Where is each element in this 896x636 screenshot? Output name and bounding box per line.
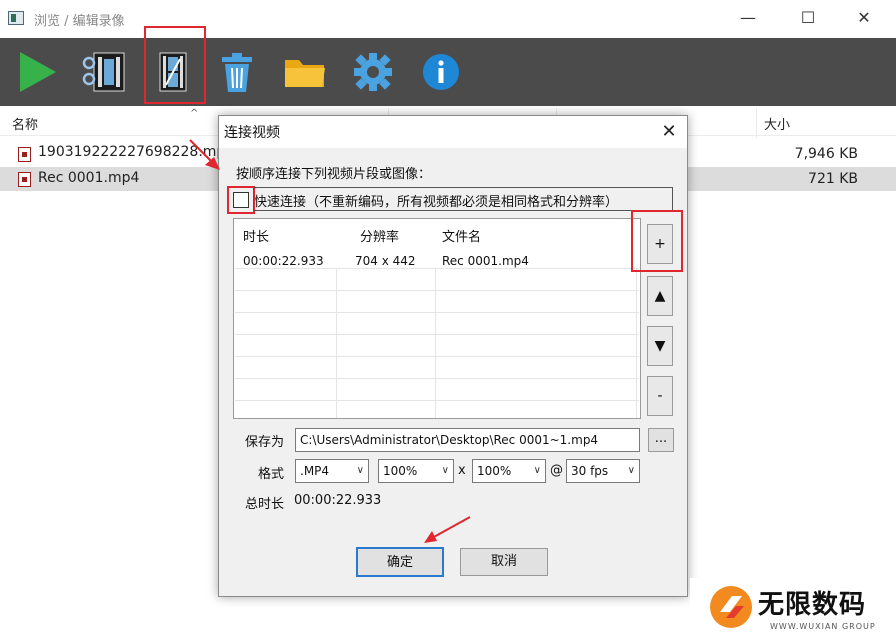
remove-clip-button[interactable]: - bbox=[647, 376, 673, 416]
play-button[interactable] bbox=[12, 47, 62, 97]
grid-line bbox=[435, 268, 436, 418]
move-up-button[interactable]: ▲ bbox=[647, 276, 673, 316]
column-filename-header: 文件名 bbox=[442, 230, 482, 245]
trash-icon bbox=[222, 53, 252, 92]
file-size: 7,946 KB bbox=[794, 146, 858, 162]
annotation-highlight-checkbox bbox=[227, 186, 255, 214]
info-icon bbox=[423, 54, 459, 90]
grid-line bbox=[235, 268, 639, 269]
chevron-down-icon: ∨ bbox=[356, 465, 364, 476]
dialog-title: 连接视频 bbox=[224, 125, 280, 141]
clip-table[interactable] bbox=[233, 218, 641, 419]
times-symbol: x bbox=[458, 463, 466, 478]
dialog-prompt: 按顺序连接下列视频片段或图像： bbox=[236, 167, 432, 182]
chevron-down-icon: ∨ bbox=[441, 465, 449, 476]
total-duration-label: 总时长 bbox=[245, 497, 285, 512]
browse-button[interactable]: ... bbox=[648, 428, 674, 452]
move-down-button[interactable]: ▼ bbox=[647, 326, 673, 366]
column-name-header[interactable]: 名称 bbox=[12, 114, 38, 133]
fps-select[interactable]: 30 fps ∨ bbox=[566, 459, 640, 483]
video-file-icon bbox=[18, 172, 31, 187]
clip-resolution: 704 x 442 bbox=[355, 254, 416, 268]
film-cut-icon bbox=[82, 52, 125, 92]
format-value: .MP4 bbox=[300, 464, 330, 478]
grid-line bbox=[235, 312, 639, 313]
maximize-button[interactable]: ☐ bbox=[788, 4, 828, 32]
height-scale-value: 100% bbox=[477, 464, 512, 478]
column-separator bbox=[756, 108, 757, 138]
cancel-button[interactable]: 取消 bbox=[460, 548, 548, 576]
grid-line bbox=[235, 334, 639, 335]
window-title: 浏览 / 编辑录像 bbox=[34, 14, 125, 29]
play-icon bbox=[20, 52, 56, 92]
annotation-highlight-add bbox=[631, 210, 683, 272]
clip-duration: 00:00:22.933 bbox=[243, 254, 324, 268]
height-scale-select[interactable]: 100% ∨ bbox=[472, 459, 546, 483]
settings-button[interactable] bbox=[348, 47, 398, 97]
grid-line bbox=[235, 290, 639, 291]
file-size: 721 KB bbox=[808, 171, 858, 187]
column-duration-header: 时长 bbox=[243, 230, 270, 245]
save-as-label: 保存为 bbox=[245, 435, 285, 450]
minimize-button[interactable]: — bbox=[728, 4, 768, 32]
gear-icon bbox=[354, 53, 392, 91]
chevron-down-icon: ∨ bbox=[627, 465, 635, 476]
video-file-icon bbox=[18, 147, 31, 162]
watermark-text: 无限数码 bbox=[758, 590, 867, 620]
grid-line bbox=[235, 378, 639, 379]
sort-arrow-icon: ^ bbox=[190, 108, 199, 119]
grid-line bbox=[636, 268, 637, 418]
at-symbol: @ bbox=[550, 463, 563, 478]
save-path-field[interactable]: C:\Users\Administrator\Desktop\Rec 0001~… bbox=[295, 428, 640, 452]
column-size-header[interactable]: 大小 bbox=[764, 114, 790, 133]
open-folder-button[interactable] bbox=[280, 47, 330, 97]
column-resolution-header: 分辨率 bbox=[360, 230, 400, 245]
total-duration-value: 00:00:22.933 bbox=[294, 493, 382, 508]
delete-button[interactable] bbox=[212, 47, 262, 97]
fps-value: 30 fps bbox=[571, 464, 609, 478]
grid-line bbox=[235, 356, 639, 357]
file-name: Rec 0001.mp4 bbox=[38, 170, 140, 186]
info-button[interactable] bbox=[416, 47, 466, 97]
file-name: 190319222227698228.mp bbox=[38, 144, 226, 160]
dialog-close-button[interactable]: ✕ bbox=[656, 118, 682, 146]
grid-line bbox=[336, 268, 337, 418]
clip-filename: Rec 0001.mp4 bbox=[442, 254, 529, 268]
format-label: 格式 bbox=[258, 467, 285, 482]
app-icon bbox=[8, 11, 24, 25]
fast-join-focus-rect bbox=[253, 187, 673, 211]
width-scale-value: 100% bbox=[383, 464, 418, 478]
grid-line bbox=[235, 400, 639, 401]
chevron-down-icon: ∨ bbox=[533, 465, 541, 476]
watermark-subtext: WWW.WUXIAN GROUP bbox=[770, 622, 876, 631]
dialog-title-bar bbox=[219, 116, 687, 148]
cut-video-button[interactable] bbox=[80, 47, 130, 97]
folder-icon bbox=[285, 60, 325, 87]
format-select[interactable]: .MP4 ∨ bbox=[295, 459, 369, 483]
ok-button[interactable]: 确定 bbox=[356, 547, 444, 577]
annotation-highlight-join bbox=[144, 26, 206, 104]
close-button[interactable]: ✕ bbox=[844, 4, 884, 32]
watermark-logo-icon bbox=[710, 586, 752, 628]
width-scale-select[interactable]: 100% ∨ bbox=[378, 459, 454, 483]
